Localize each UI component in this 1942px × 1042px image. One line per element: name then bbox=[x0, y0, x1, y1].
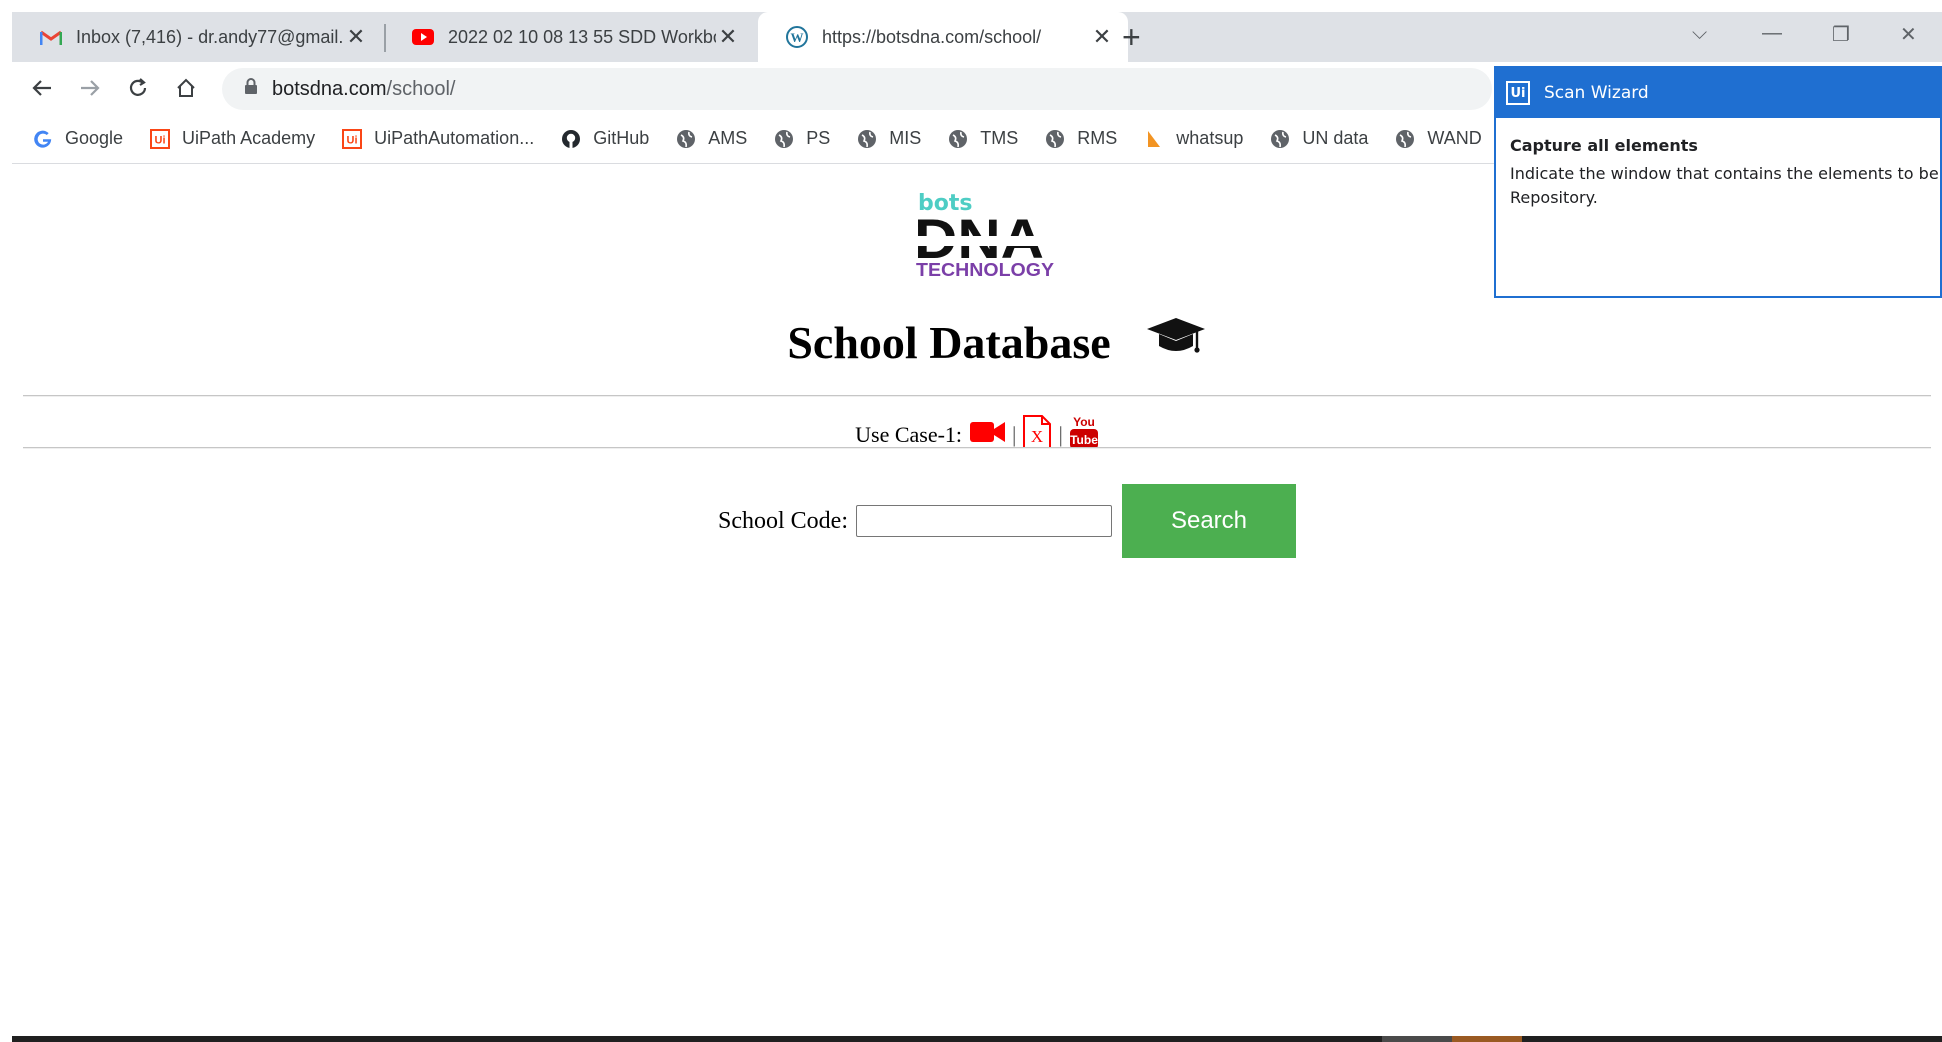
svg-text:Tube: Tube bbox=[1070, 433, 1098, 447]
minimize-icon[interactable]: — bbox=[1762, 22, 1782, 45]
bookmark-label: UiPathAutomation... bbox=[374, 128, 535, 148]
page-title: School Database bbox=[12, 314, 1942, 371]
globe-icon bbox=[675, 128, 697, 150]
bookmark-label: PS bbox=[806, 128, 831, 148]
bookmark-label: UN data bbox=[1302, 128, 1369, 148]
lock-icon bbox=[244, 77, 258, 101]
url-path: /school/ bbox=[386, 77, 456, 100]
bookmark-whatsup[interactable]: whatsup bbox=[1143, 128, 1243, 150]
globe-icon bbox=[1394, 128, 1416, 150]
use-case-row: Use Case-1: | X | You Tube bbox=[12, 414, 1942, 456]
svg-text:X: X bbox=[1031, 427, 1043, 446]
page-title-text: School Database bbox=[787, 317, 1111, 368]
search-form: School Code: Search bbox=[12, 484, 1942, 558]
bookmark-label: whatsup bbox=[1176, 128, 1244, 148]
svg-text:Ui: Ui bbox=[155, 134, 166, 146]
tab-search-icon[interactable]: ⌵ bbox=[1692, 22, 1707, 45]
uipath-logo-icon: Ui bbox=[1506, 81, 1530, 105]
bookmark-uipath-automation[interactable]: Ui UiPathAutomation... bbox=[341, 128, 534, 150]
logo-technology-text: TECHNOLOGY bbox=[916, 260, 1054, 280]
scan-wizard-message-line1: Indicate the window that contains the el… bbox=[1510, 164, 1942, 183]
globe-icon bbox=[773, 128, 795, 150]
bookmark-label: AMS bbox=[708, 128, 748, 148]
globe-icon bbox=[1044, 128, 1066, 150]
school-code-input[interactable] bbox=[856, 505, 1112, 537]
bookmark-ps[interactable]: PS bbox=[773, 128, 830, 150]
tab-gmail[interactable]: Inbox (7,416) - dr.andy77@gmail.com ✕ bbox=[12, 12, 382, 62]
bookmark-label: Google bbox=[65, 128, 124, 148]
search-button[interactable]: Search bbox=[1122, 484, 1296, 558]
separator: | bbox=[1058, 422, 1063, 447]
tab-botsdna[interactable]: W https://botsdna.com/school/ ✕ bbox=[758, 12, 1128, 62]
close-tab-icon[interactable]: ✕ bbox=[716, 24, 740, 50]
bookmark-label: GitHub bbox=[593, 128, 650, 148]
bookmark-github[interactable]: GitHub bbox=[560, 128, 649, 150]
wordpress-icon: W bbox=[786, 26, 808, 48]
url-host: botsdna.com bbox=[272, 77, 387, 100]
bookmark-label: WAND bbox=[1427, 128, 1482, 148]
bookmark-label: TMS bbox=[980, 128, 1019, 148]
close-tab-icon[interactable]: ✕ bbox=[344, 24, 368, 50]
excel-file-icon[interactable]: X bbox=[1022, 415, 1052, 455]
home-icon[interactable] bbox=[170, 72, 202, 104]
bookmark-mis[interactable]: MIS bbox=[856, 128, 921, 150]
svg-text:You: You bbox=[1073, 415, 1095, 429]
scan-wizard-message-line2: Repository. bbox=[1510, 188, 1598, 207]
taskbar bbox=[12, 1036, 1942, 1042]
tab-strip: Inbox (7,416) - dr.andy77@gmail.com ✕ 20… bbox=[12, 12, 1942, 62]
bookmark-wand[interactable]: WAND bbox=[1394, 128, 1482, 150]
scan-wizard-title: Scan Wizard bbox=[1544, 83, 1649, 103]
bookmark-label: UiPath Academy bbox=[182, 128, 316, 148]
taskbar-item[interactable] bbox=[1452, 1036, 1522, 1042]
address-bar[interactable]: botsdna.com/school/ bbox=[222, 68, 1492, 110]
scan-wizard-header: Ui Scan Wizard bbox=[1496, 68, 1940, 118]
flag-icon bbox=[1143, 128, 1165, 150]
youtube-logo-icon[interactable]: You Tube bbox=[1069, 414, 1099, 456]
separator: | bbox=[1012, 422, 1017, 447]
use-case-label: Use Case-1: bbox=[855, 422, 963, 447]
globe-icon bbox=[856, 128, 878, 150]
gmail-icon bbox=[40, 26, 62, 48]
taskbar-item[interactable] bbox=[1382, 1036, 1452, 1042]
bookmark-uipath-academy[interactable]: Ui UiPath Academy bbox=[149, 128, 315, 150]
close-tab-icon[interactable]: ✕ bbox=[1090, 24, 1114, 50]
botsdna-logo: bots DNA TECHNOLOGY bbox=[912, 191, 1054, 280]
tab-youtube[interactable]: 2022 02 10 08 13 55 SDD Workbook ✕ bbox=[384, 12, 754, 62]
svg-text:W: W bbox=[791, 30, 804, 45]
globe-icon bbox=[947, 128, 969, 150]
bookmark-un-data[interactable]: UN data bbox=[1269, 128, 1368, 150]
bookmark-label: RMS bbox=[1077, 128, 1118, 148]
google-icon bbox=[32, 128, 54, 150]
bookmark-rms[interactable]: RMS bbox=[1044, 128, 1117, 150]
bookmark-label: MIS bbox=[889, 128, 922, 148]
forward-icon[interactable] bbox=[74, 72, 106, 104]
scan-wizard-heading: Capture all elements bbox=[1510, 136, 1698, 155]
restore-icon[interactable]: ❐ bbox=[1832, 22, 1850, 47]
tab-title: https://botsdna.com/school/ bbox=[822, 26, 1042, 47]
back-icon[interactable] bbox=[26, 72, 58, 104]
globe-icon bbox=[1269, 128, 1291, 150]
scan-wizard-body: Capture all elements Indicate the window… bbox=[1496, 118, 1942, 210]
bookmark-ams[interactable]: AMS bbox=[675, 128, 747, 150]
school-code-label: School Code: bbox=[718, 507, 848, 534]
uipath-icon: Ui bbox=[149, 128, 171, 150]
close-window-icon[interactable]: ✕ bbox=[1900, 22, 1917, 47]
tab-title: 2022 02 10 08 13 55 SDD Workbook bbox=[448, 26, 716, 47]
youtube-icon bbox=[412, 26, 434, 48]
scan-wizard-panel: Ui Scan Wizard Capture all elements Indi… bbox=[1494, 66, 1942, 298]
graduation-cap-icon bbox=[1145, 314, 1207, 371]
uipath-icon: Ui bbox=[341, 128, 363, 150]
divider-bottom bbox=[23, 447, 1931, 449]
divider-top bbox=[23, 395, 1931, 397]
github-icon bbox=[560, 128, 582, 150]
bookmark-tms[interactable]: TMS bbox=[947, 128, 1018, 150]
new-tab-button[interactable]: + bbox=[1122, 20, 1141, 54]
tab-title: Inbox (7,416) - dr.andy77@gmail.com bbox=[76, 26, 344, 47]
reload-icon[interactable] bbox=[122, 72, 154, 104]
bookmark-google[interactable]: Google bbox=[32, 128, 123, 150]
svg-text:Ui: Ui bbox=[347, 134, 358, 146]
